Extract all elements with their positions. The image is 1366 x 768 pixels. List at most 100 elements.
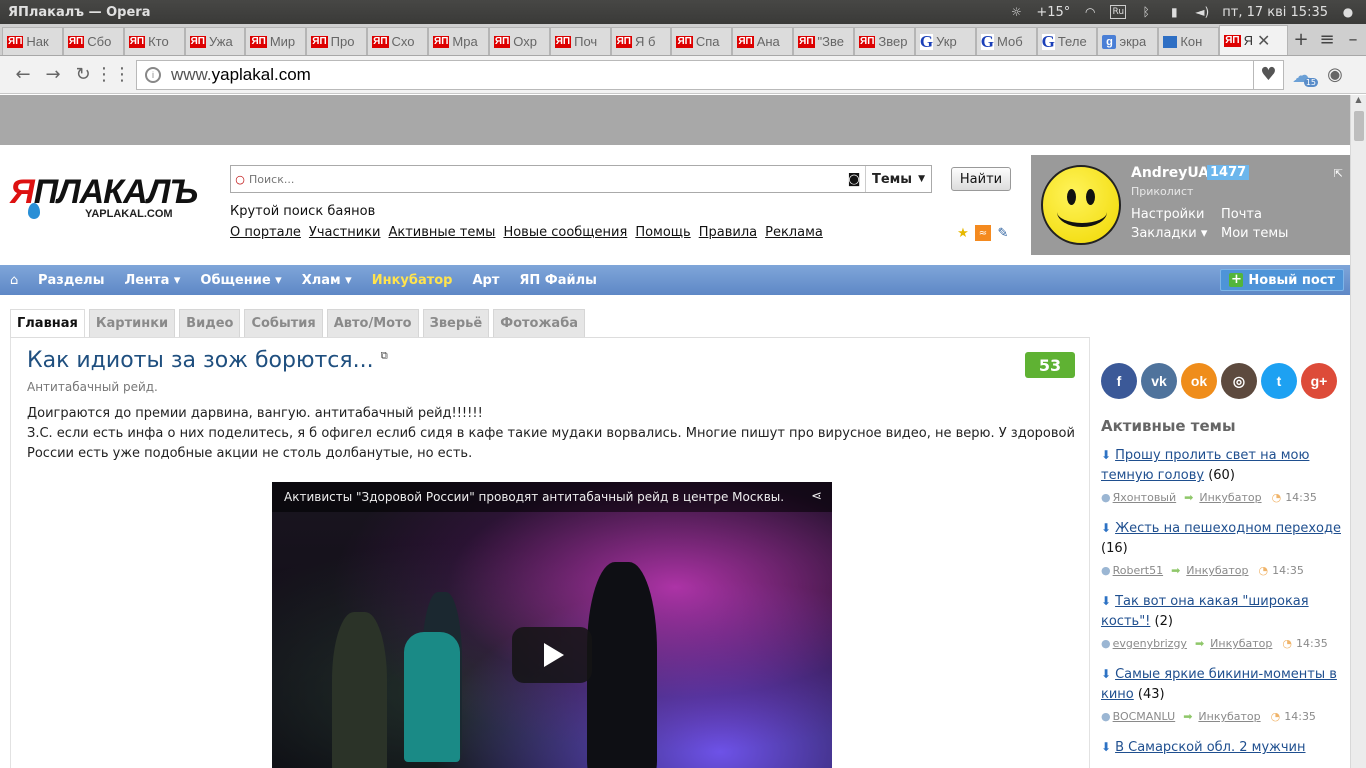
video-player[interactable]: Активисты "Здоровой России" проводят ант…: [272, 482, 832, 768]
speed-dial-grid-icon[interactable]: ⋮⋮: [95, 60, 131, 90]
category-tab[interactable]: Видео: [179, 309, 241, 337]
topic-link[interactable]: В Самарской обл. 2 мужчин: [1115, 740, 1305, 755]
nav-item[interactable]: Общение ▾: [200, 273, 281, 288]
browser-tab[interactable]: G Моб: [975, 27, 1037, 55]
share-icon[interactable]: ⋖: [811, 489, 822, 504]
back-arrow-icon[interactable]: ←: [8, 60, 38, 90]
topic-link[interactable]: Прошу пролить свет на мою темную голову: [1101, 448, 1309, 483]
site-info-icon[interactable]: i: [145, 66, 161, 83]
find-button[interactable]: Найти: [951, 167, 1011, 191]
category-tab[interactable]: Картинки: [88, 309, 176, 337]
forward-arrow-icon[interactable]: →: [38, 60, 68, 90]
nav-item[interactable]: Лента ▾: [124, 273, 180, 288]
browser-tab[interactable]: Кон: [1158, 27, 1220, 55]
nav-item[interactable]: Инкубатор: [372, 273, 453, 288]
topic-link[interactable]: Так вот она какая "широкая кость"!: [1101, 594, 1309, 629]
category-tab[interactable]: Зверьё: [422, 309, 490, 337]
browser-tab[interactable]: ЯП Ана: [732, 27, 794, 55]
category-tab[interactable]: Главная: [10, 309, 85, 337]
logout-icon[interactable]: ⇱: [1334, 167, 1343, 180]
header-link[interactable]: О портале: [230, 225, 301, 240]
browser-tab[interactable]: ЯП Мир: [245, 27, 307, 55]
browser-tab[interactable]: ЯП "Зве: [793, 27, 855, 55]
header-link[interactable]: Реклама: [765, 225, 823, 240]
home-icon[interactable]: ⌂: [10, 273, 32, 288]
battery-icon[interactable]: ▮: [1166, 5, 1182, 19]
profile-icon[interactable]: ◉: [1320, 64, 1350, 85]
search-scope-select[interactable]: Темы ▼: [865, 166, 931, 192]
browser-tab[interactable]: G Теле: [1036, 27, 1098, 55]
user-link[interactable]: Почта: [1221, 207, 1301, 222]
open-new-window-icon[interactable]: ⧉: [381, 351, 388, 362]
topic-section[interactable]: Инкубатор: [1199, 491, 1261, 504]
reload-icon[interactable]: ↻: [68, 60, 98, 90]
header-link[interactable]: Правила: [699, 225, 757, 240]
reputation-badge[interactable]: 1477: [1207, 165, 1250, 180]
camera-icon[interactable]: ◙: [843, 172, 865, 187]
star-icon[interactable]: ★: [955, 225, 971, 241]
site-logo[interactable]: ЯПЛАКАЛЪ YAPLAKAL.COM: [10, 175, 210, 225]
rating-badge[interactable]: 53: [1025, 352, 1075, 378]
keyboard-layout[interactable]: Ru: [1110, 5, 1127, 19]
browser-tab[interactable]: ЯП Охр: [488, 27, 550, 55]
browser-tab[interactable]: G Укр: [914, 27, 976, 55]
header-link[interactable]: Участники: [309, 225, 381, 240]
topic-link[interactable]: Самые яркие бикини-моменты в кино: [1101, 667, 1337, 702]
avatar[interactable]: [1041, 165, 1121, 245]
browser-tab[interactable]: ЯП Схо: [367, 27, 429, 55]
address-bar[interactable]: i www. yaplakal.com: [136, 59, 1254, 90]
post-title[interactable]: Как идиоты за зож борются... ⧉: [27, 348, 388, 373]
topic-section[interactable]: Инкубатор: [1198, 710, 1260, 723]
browser-tab[interactable]: ЯП Кто: [123, 27, 185, 55]
nav-item[interactable]: Разделы: [38, 273, 104, 288]
play-button-icon[interactable]: [512, 627, 592, 683]
minimize-icon[interactable]: –: [1340, 29, 1366, 50]
scroll-up-icon[interactable]: ▲: [1351, 95, 1366, 109]
twitter-icon[interactable]: t: [1261, 363, 1297, 399]
browser-tab[interactable]: ЯП Про: [306, 27, 368, 55]
search-input[interactable]: [249, 172, 843, 186]
user-link[interactable]: Настройки: [1131, 207, 1221, 222]
new-post-button[interactable]: + Новый пост: [1220, 269, 1344, 291]
system-menu-icon[interactable]: ●: [1340, 5, 1356, 19]
category-tab[interactable]: Авто/Мото: [326, 309, 419, 337]
post-title-text[interactable]: Как идиоты за зож борются...: [27, 348, 374, 373]
scrollbar-thumb[interactable]: [1354, 111, 1364, 141]
browser-tab[interactable]: ЯП Ужа: [184, 27, 246, 55]
browser-tab[interactable]: ЯП Звер: [854, 27, 915, 55]
category-tab[interactable]: Фотожаба: [493, 309, 586, 337]
clock[interactable]: пт, 17 кві 15:35: [1222, 5, 1328, 20]
topic-section[interactable]: Инкубатор: [1186, 564, 1248, 577]
new-tab-icon[interactable]: +: [1288, 29, 1314, 50]
topic-author[interactable]: Robert51: [1113, 564, 1163, 577]
odnoklassniki-icon[interactable]: ok: [1181, 363, 1217, 399]
header-link[interactable]: Помощь: [635, 225, 690, 240]
rss-icon[interactable]: ≈: [975, 225, 991, 241]
browser-tab[interactable]: ЯП Мра: [428, 27, 489, 55]
browser-tab[interactable]: ЯП Нак: [2, 27, 63, 55]
browser-tab[interactable]: ЯП Поч: [549, 27, 611, 55]
volume-icon[interactable]: ◄): [1194, 5, 1210, 19]
nav-item[interactable]: Хлам ▾: [302, 273, 352, 288]
browser-tab[interactable]: ЯП Я ✕: [1219, 25, 1288, 55]
google-plus-icon[interactable]: g+: [1301, 363, 1337, 399]
nav-item[interactable]: Арт: [472, 273, 499, 288]
scrollbar[interactable]: ▲: [1350, 95, 1366, 768]
bookmark-heart-icon[interactable]: ♥: [1254, 59, 1284, 90]
topic-section[interactable]: Инкубатор: [1210, 637, 1272, 650]
browser-tab[interactable]: ЯП Спа: [671, 27, 733, 55]
header-link[interactable]: Новые сообщения: [503, 225, 627, 240]
pencil-icon[interactable]: ✎: [995, 225, 1011, 241]
browser-tab[interactable]: ЯП Я б: [610, 27, 672, 55]
bluetooth-icon[interactable]: ᛒ: [1138, 5, 1154, 19]
facebook-icon[interactable]: f: [1101, 363, 1137, 399]
topic-author[interactable]: evgenybrizgy: [1113, 637, 1187, 650]
user-link[interactable]: Мои темы: [1221, 226, 1301, 241]
browser-tab[interactable]: g экра: [1097, 27, 1159, 55]
header-link[interactable]: Активные темы: [388, 225, 495, 240]
browser-tab[interactable]: ЯП Сбо: [62, 27, 124, 55]
category-tab[interactable]: События: [244, 309, 323, 337]
close-icon[interactable]: ✕: [1257, 31, 1273, 51]
weather-temp[interactable]: +15°: [1036, 5, 1070, 20]
sync-cloud-icon[interactable]: ☁ 15: [1284, 63, 1320, 87]
